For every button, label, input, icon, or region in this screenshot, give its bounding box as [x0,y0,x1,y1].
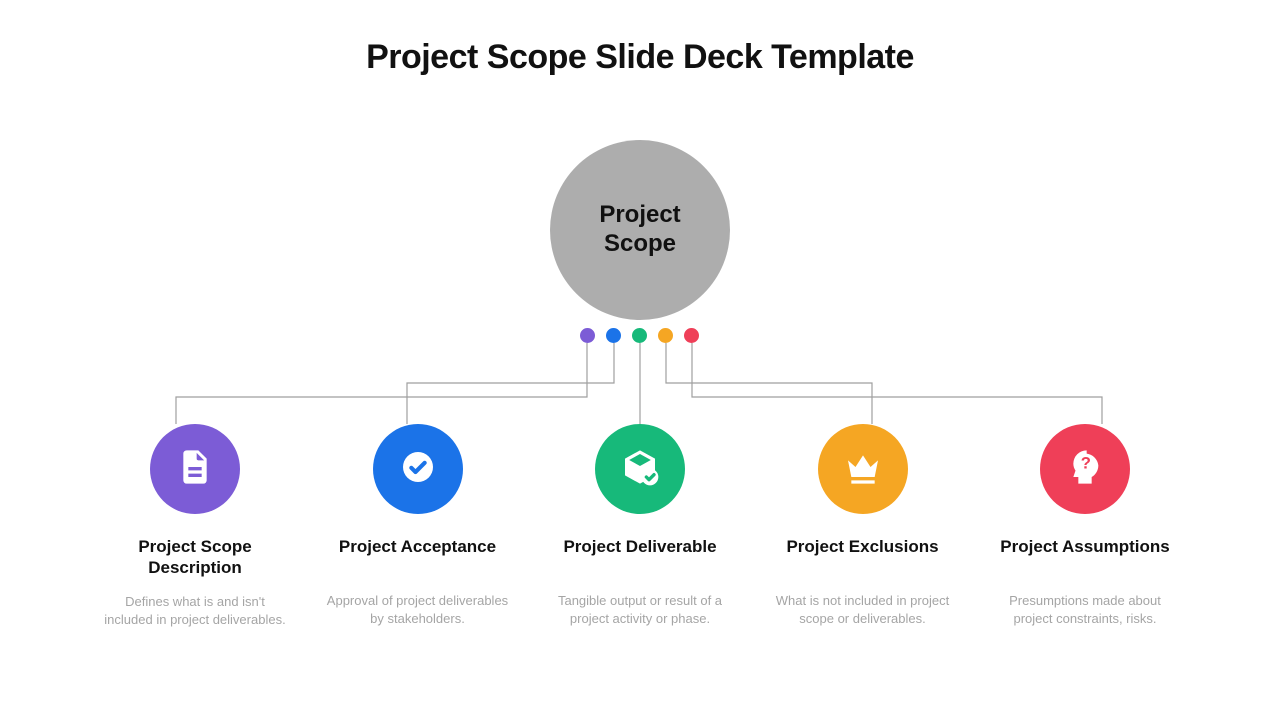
item-desc: Presumptions made about project constrai… [990,592,1180,628]
svg-text:?: ? [1081,453,1091,472]
check-circle-icon [398,447,438,492]
item-deliverable: Project Deliverable Tangible output or r… [545,424,735,629]
item-desc: Defines what is and isn't included in pr… [100,593,290,629]
item-title: Project Scope Description [100,536,290,579]
item-title: Project Acceptance [339,536,496,578]
document-icon [175,447,215,492]
center-node-label: ProjectScope [599,201,680,259]
item-circle [373,424,463,514]
item-acceptance: Project Acceptance Approval of project d… [323,424,513,629]
color-dots-row [580,328,699,343]
item-desc: What is not included in project scope or… [768,592,958,628]
item-circle [595,424,685,514]
item-scope-description: Project Scope Description Defines what i… [100,424,290,629]
head-question-icon: ? [1065,447,1105,492]
item-title: Project Exclusions [786,536,938,578]
item-title: Project Deliverable [563,536,716,578]
dot-red [684,328,699,343]
item-title: Project Assumptions [1000,536,1169,578]
items-row: Project Scope Description Defines what i… [100,424,1180,629]
crown-icon [843,447,883,492]
center-node: ProjectScope [550,140,730,320]
slide-title: Project Scope Slide Deck Template [0,38,1280,77]
item-desc: Approval of project deliverables by stak… [323,592,513,628]
dot-blue [606,328,621,343]
item-circle: ? [1040,424,1130,514]
item-circle [150,424,240,514]
package-check-icon [620,447,660,492]
item-desc: Tangible output or result of a project a… [545,592,735,628]
item-assumptions: ? Project Assumptions Presumptions made … [990,424,1180,629]
item-exclusions: Project Exclusions What is not included … [768,424,958,629]
dot-purple [580,328,595,343]
item-circle [818,424,908,514]
dot-green [632,328,647,343]
dot-orange [658,328,673,343]
